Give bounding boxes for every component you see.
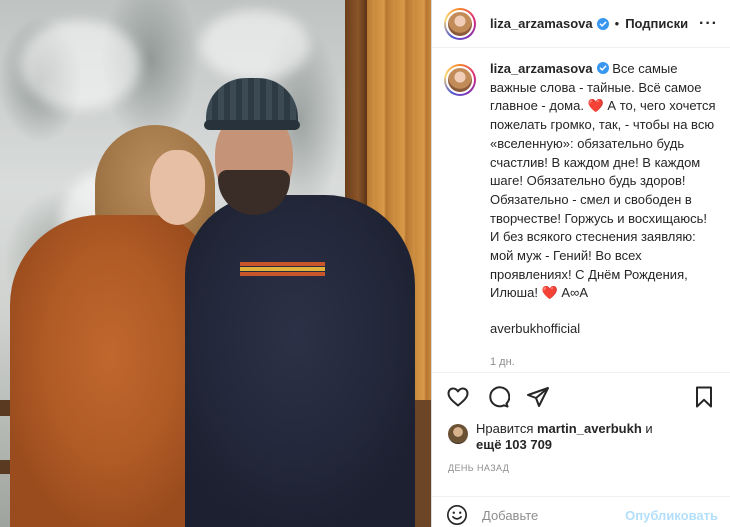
comment-icon[interactable] [486,385,510,409]
verified-badge-icon [596,62,609,74]
author-avatar[interactable] [444,7,476,40]
likes-prefix: Нравится [476,421,534,436]
caption-line: мой муж - Гений! Во всех [490,248,642,264]
caption-line: проявлениях! С Днём Рождения, [490,266,688,282]
caption-line: Обязательно - смел и свободен в [490,191,692,207]
caption-author-avatar[interactable] [444,64,476,96]
sweater-stripe [240,272,325,276]
tagged-user-link[interactable]: averbukhofficial [490,320,716,339]
likes-summary: Нравится martin_averbukh и ещё 103 709 [448,421,718,453]
bookmark-icon[interactable] [692,385,716,409]
sweater-stripe [240,262,325,266]
likes-conjunction: и [645,421,653,436]
post-details-panel: liza_arzamasova • Подписки ··· liza_arza… [431,0,730,527]
caption-line: Обязательно будь здоров! [526,173,686,189]
caption-row: liza_arzamasova Все самые важные слова -… [444,60,718,372]
caption-section: liza_arzamasova Все самые важные слова -… [432,60,730,372]
verified-badge-icon [596,17,609,30]
caption-signature: А∞А [561,285,588,301]
header-separator: • [614,16,620,31]
post-header: liza_arzamasova • Подписки ··· [432,0,730,48]
caption-line: А то, чего [607,98,666,114]
snow-patch [20,20,140,110]
heart-icon[interactable] [446,385,470,409]
likes-count[interactable]: ещё 103 709 [476,437,552,452]
caption-line: И без всякого стеснения заявляю: [490,229,696,245]
caption-line: важные слова - тайные. Всё самое [490,79,702,95]
caption-author[interactable]: liza_arzamasova [490,61,593,76]
caption-text: liza_arzamasova Все самые важные слова -… [490,60,716,372]
more-options-icon[interactable]: ··· [699,15,718,33]
caption-line: Илюша! [490,285,538,301]
caption-line: главное - дома. [490,98,584,114]
liker-avatar[interactable] [448,424,468,444]
following-button[interactable]: Подписки [625,16,688,31]
woman-face [150,150,205,225]
likes-text: Нравится martin_averbukh и ещё 103 709 [476,421,653,453]
comment-box: Опубликовать [432,496,730,527]
post-photo[interactable] [0,0,431,527]
caption-line: Все самые [612,61,678,76]
sweater-stripe [240,267,325,271]
liker-username[interactable]: martin_averbukh [537,421,642,436]
post-date[interactable]: ДЕНЬ НАЗАД [448,463,509,473]
woman-sweater [10,215,210,527]
share-icon[interactable] [526,385,550,409]
caption-time[interactable]: 1 дн. [490,353,716,372]
action-bar [432,372,730,420]
man-cap-brim [204,120,300,130]
snow-patch [200,10,310,80]
publish-button[interactable]: Опубликовать [625,508,718,523]
heart-emoji: ❤️ [587,98,604,114]
comment-input[interactable] [482,507,622,523]
author-username[interactable]: liza_arzamasova [490,16,593,31]
man-sweater [185,195,415,527]
caption-line: творчестве! Горжусь и восхищаюсь! [490,210,707,226]
emoji-icon[interactable] [446,504,468,526]
heart-emoji: ❤️ [541,285,558,301]
